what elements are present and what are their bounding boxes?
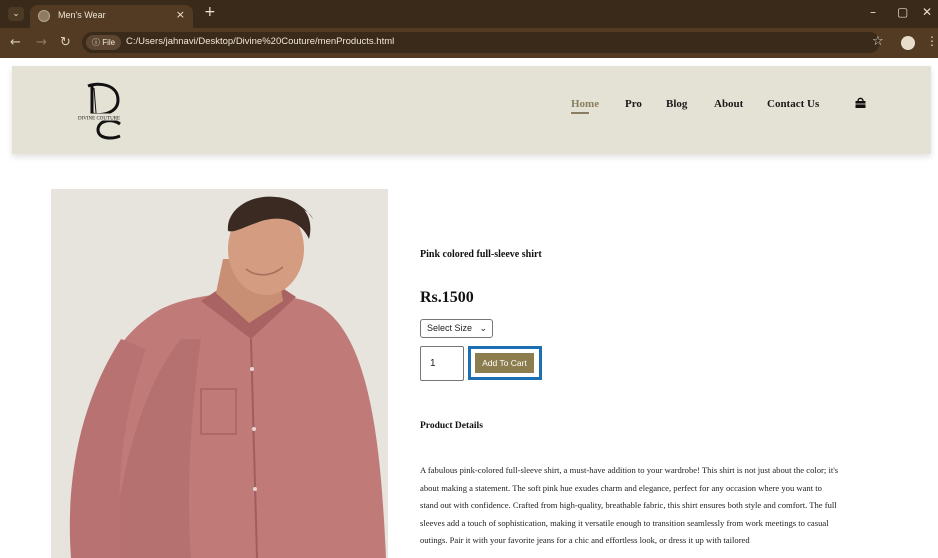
more-menu-icon[interactable]: ⋮	[926, 34, 938, 48]
tab-title: Men's Wear	[58, 10, 106, 20]
browser-tab[interactable]: Men's Wear ×	[30, 5, 193, 28]
product-image	[51, 189, 388, 558]
site-info-chip[interactable]: ⓘ File	[86, 35, 122, 50]
back-icon[interactable]: ←	[10, 35, 21, 50]
globe-icon	[38, 10, 50, 22]
shopping-bag-icon[interactable]	[854, 96, 867, 109]
close-window-icon[interactable]: ✕	[922, 5, 932, 19]
nav-contact-us[interactable]: Contact Us	[767, 98, 819, 110]
nav-about[interactable]: About	[714, 98, 743, 110]
forward-icon[interactable]: →	[36, 35, 47, 50]
divine-couture-logo[interactable]: DIVINE COUTURE	[74, 80, 134, 142]
nav-blog[interactable]: Blog	[666, 98, 687, 110]
product-details-heading: Product Details	[420, 421, 483, 431]
tab-close-icon[interactable]: ×	[176, 8, 185, 21]
nav-pro[interactable]: Pro	[625, 98, 642, 110]
product-title: Pink colored full-sleeve shirt	[420, 249, 542, 260]
size-select[interactable]: Select Size ⌄	[420, 319, 493, 338]
size-select-value: Select Size	[427, 323, 473, 333]
nav-home[interactable]: Home	[571, 98, 599, 110]
minimize-icon[interactable]: –	[870, 5, 876, 19]
add-to-cart-button[interactable]: Add To Cart	[475, 353, 534, 373]
url-field[interactable]: ⓘ File C:/Users/jahnavi/Desktop/Divine%2…	[82, 32, 880, 53]
profile-avatar-icon[interactable]	[901, 36, 915, 50]
quantity-input[interactable]: 1	[420, 346, 464, 381]
site-header: DIVINE COUTURE Home Pro Blog About Conta…	[12, 66, 931, 154]
product-description: A fabulous pink-colored full-sleeve shir…	[420, 465, 839, 545]
chevron-down-icon: ⌄	[479, 323, 487, 333]
maximize-icon[interactable]: ▢	[897, 5, 908, 19]
bookmark-star-icon[interactable]: ☆	[872, 34, 884, 49]
product-price: Rs.1500	[420, 289, 474, 306]
new-tab-icon[interactable]: +	[204, 4, 216, 20]
reload-icon[interactable]: ↻	[60, 35, 71, 50]
nav-home-underline	[571, 112, 589, 114]
logo-text: DIVINE COUTURE	[78, 117, 120, 122]
browser-tab-strip: ⌄ Men's Wear × + – ▢ ✕	[0, 0, 938, 28]
man-in-pink-shirt-illustration	[51, 189, 388, 558]
tab-search-icon[interactable]: ⌄	[8, 7, 24, 21]
url-text[interactable]: C:/Users/jahnavi/Desktop/Divine%20Coutur…	[126, 36, 394, 47]
address-bar: ← → ↻ ⓘ File C:/Users/jahnavi/Desktop/Di…	[0, 28, 938, 58]
